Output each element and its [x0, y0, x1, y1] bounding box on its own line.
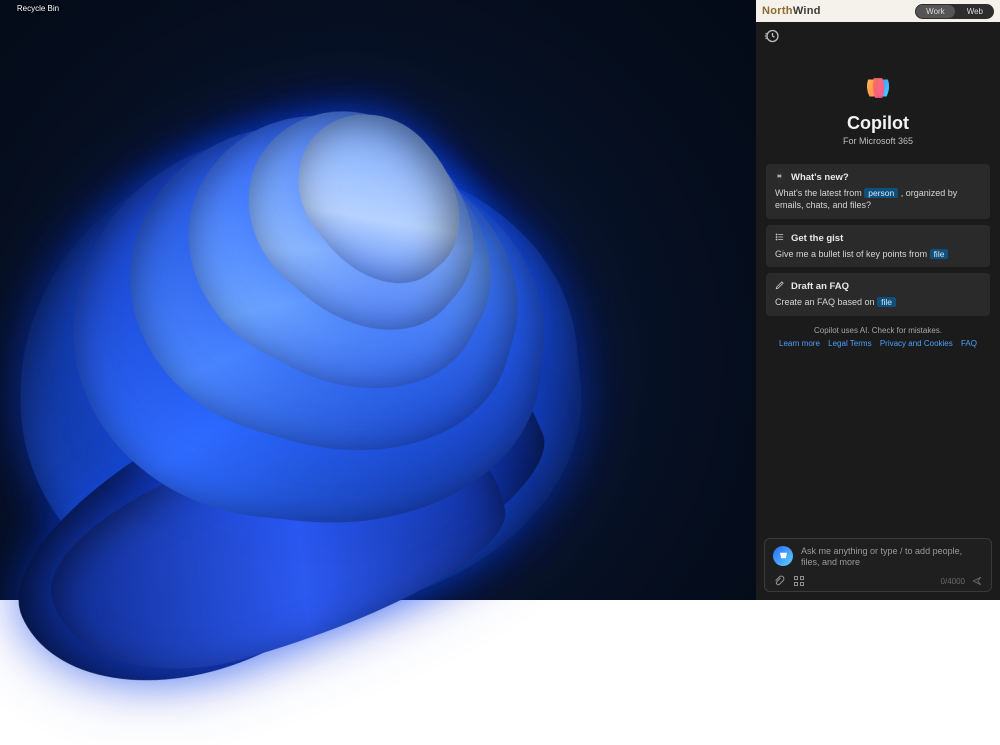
- char-counter: 0/4000: [941, 577, 965, 586]
- prompt-card[interactable]: What's new? What's the latest from person…: [766, 164, 990, 219]
- prompt-placeholder: Ask me anything or type / to add people,…: [801, 546, 983, 569]
- list-icon: [775, 232, 785, 245]
- copilot-logo-icon: [861, 71, 895, 105]
- tab-web[interactable]: Web: [957, 5, 993, 18]
- prompt-cards: What's new? What's the latest from person…: [756, 156, 1000, 320]
- apps-icon[interactable]: [793, 575, 805, 587]
- attach-icon[interactable]: [773, 575, 785, 587]
- footer-links: Learn more Legal Terms Privacy and Cooki…: [756, 339, 1000, 354]
- footer-link[interactable]: FAQ: [961, 339, 977, 348]
- card-text: Create an FAQ based on file: [775, 296, 981, 308]
- entity-chip[interactable]: file: [930, 249, 949, 259]
- card-heading: What's new?: [791, 172, 849, 183]
- wallpaper-bloom: [0, 74, 707, 706]
- scope-toggle: Work Web: [915, 4, 994, 19]
- send-icon[interactable]: [971, 575, 983, 587]
- card-text: Give me a bullet list of key points from…: [775, 248, 981, 260]
- footer-link[interactable]: Privacy and Cookies: [880, 339, 953, 348]
- entity-chip[interactable]: file: [877, 297, 896, 307]
- sparkle-icon: [775, 171, 785, 184]
- copilot-avatar-icon: [773, 546, 793, 566]
- card-text: What's the latest from person , organize…: [775, 187, 981, 212]
- footer-link[interactable]: Learn more: [779, 339, 820, 348]
- pencil-icon: [775, 280, 785, 293]
- tab-work[interactable]: Work: [916, 5, 955, 18]
- copilot-panel: NorthWind Work Web: [756, 0, 1000, 600]
- desktop-wallpaper: Recycle Bin NorthWind Work Web: [0, 0, 1000, 600]
- entity-chip[interactable]: person: [864, 188, 898, 198]
- ai-disclosure: Copilot uses AI. Check for mistakes.: [756, 320, 1000, 339]
- copilot-title: Copilot: [768, 113, 988, 134]
- copilot-toolbar: [756, 22, 1000, 53]
- copilot-subtitle: For Microsoft 365: [768, 136, 988, 146]
- copilot-header: NorthWind Work Web: [756, 0, 1000, 22]
- brand-logo: NorthWind: [762, 5, 821, 17]
- recycle-bin-label: Recycle Bin: [17, 4, 59, 13]
- history-icon[interactable]: [764, 28, 780, 44]
- card-heading: Get the gist: [791, 233, 843, 244]
- card-heading: Draft an FAQ: [791, 281, 849, 292]
- prompt-card[interactable]: Get the gist Give me a bullet list of key…: [766, 225, 990, 267]
- prompt-card[interactable]: Draft an FAQ Create an FAQ based on file: [766, 273, 990, 315]
- prompt-input[interactable]: Ask me anything or type / to add people,…: [764, 538, 992, 592]
- recycle-bin-shortcut[interactable]: Recycle Bin: [8, 4, 68, 13]
- footer-link[interactable]: Legal Terms: [828, 339, 871, 348]
- copilot-hero: Copilot For Microsoft 365: [756, 53, 1000, 156]
